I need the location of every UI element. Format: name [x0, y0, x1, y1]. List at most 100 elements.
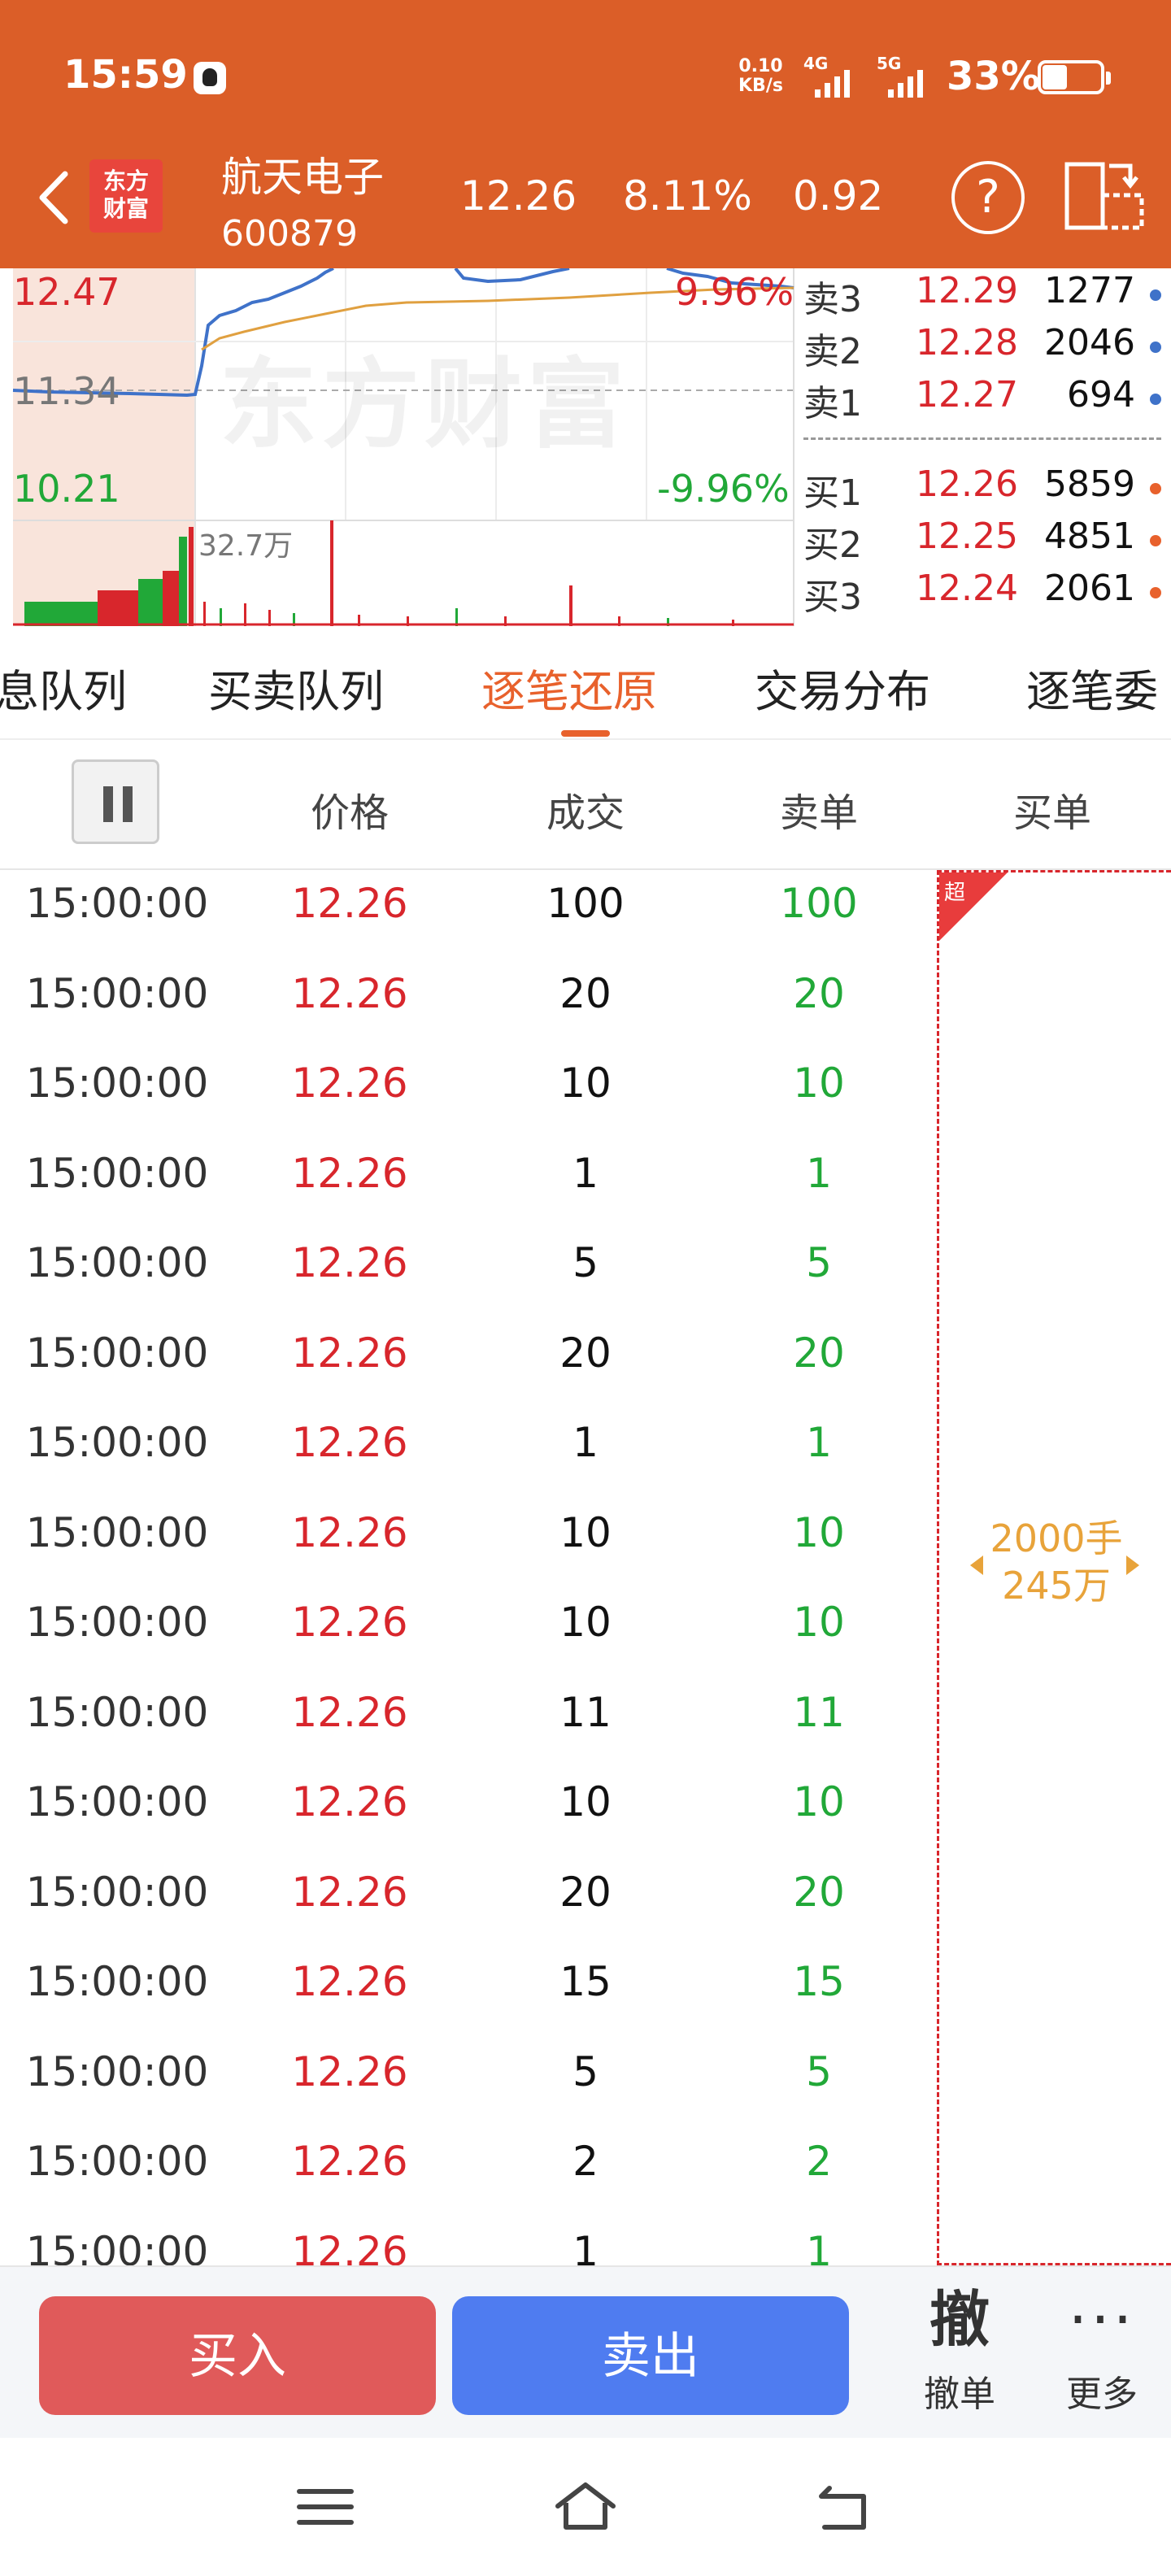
bid-row[interactable]: 买2 12.25 4851 — [803, 516, 1171, 566]
table-row: 15:00:00 12.26 20 20 — [0, 1859, 935, 1949]
row-price: 12.26 — [291, 1419, 408, 1466]
ask-dot-icon — [1150, 342, 1161, 353]
row-price: 12.26 — [291, 1508, 408, 1556]
table-row: 15:00:00 12.26 1 1 — [0, 1409, 935, 1499]
row-time: 15:00:00 — [25, 1688, 209, 1736]
row-deal: 2 — [572, 2138, 599, 2185]
table-row: 15:00:00 12.26 100 100 — [0, 870, 935, 960]
menu-icon[interactable] — [293, 2478, 358, 2535]
ask-row[interactable]: 卖1 12.27 694 — [803, 374, 1171, 424]
watermark: 东方财富 — [220, 349, 629, 462]
row-deal: 11 — [559, 1688, 612, 1736]
row-price: 12.26 — [291, 2047, 408, 2095]
row-time: 15:00:00 — [25, 1060, 209, 1107]
row-sell: 1 — [806, 1419, 832, 1466]
lower-price-label: 10.21 — [13, 467, 120, 511]
tab-tick-orders[interactable]: 逐笔委 — [1026, 655, 1158, 720]
bid-dot-icon — [1150, 483, 1161, 494]
row-deal: 10 — [559, 1508, 612, 1556]
battery-icon — [1038, 60, 1111, 94]
bid-row[interactable]: 买1 12.26 5859 — [803, 463, 1171, 514]
qq-notification-icon — [194, 62, 226, 94]
row-time: 15:00:00 — [25, 969, 209, 1017]
row-time: 15:00:00 — [25, 880, 209, 927]
mid-price-label: 11.34 — [13, 369, 120, 413]
row-time: 15:00:00 — [25, 1778, 209, 1825]
landscape-toggle-icon[interactable] — [1064, 159, 1145, 233]
stock-code: 600879 — [221, 213, 358, 255]
tab-info-queue[interactable]: 息队列 — [0, 655, 127, 720]
row-deal: 20 — [559, 1868, 612, 1916]
lower-pct-label: -9.96% — [657, 467, 790, 511]
change-value: 0.92 — [793, 172, 884, 220]
back-arrow-icon[interactable] — [33, 169, 73, 226]
row-sell: 15 — [793, 1958, 845, 2005]
row-deal: 1 — [572, 1149, 599, 1197]
active-tab-indicator — [561, 730, 610, 737]
row-time: 15:00:00 — [25, 1868, 209, 1916]
row-deal: 10 — [559, 1778, 612, 1825]
network-speed: 0.10 KB/s — [738, 56, 783, 96]
table-row: 15:00:00 12.26 10 10 — [0, 1499, 935, 1590]
row-sell: 10 — [793, 1060, 845, 1107]
row-sell: 20 — [793, 1868, 845, 1916]
row-deal: 5 — [572, 2047, 599, 2095]
tab-tick-restore[interactable]: 逐笔还原 — [481, 655, 657, 720]
column-buy: 买单 — [1012, 790, 1092, 836]
cancel-order-button[interactable]: 撤 撤单 — [911, 2283, 1008, 2417]
ask-dot-icon — [1150, 394, 1161, 405]
table-row: 15:00:00 12.26 20 20 — [0, 1320, 935, 1410]
intraday-chart[interactable]: 东方财富 12.47 9.96% 11.34 10.21 -9.96% 32.7… — [0, 268, 1171, 626]
row-sell: 10 — [793, 1508, 845, 1556]
table-row: 15:00:00 12.26 15 15 — [0, 1948, 935, 2039]
bid-dot-icon — [1150, 587, 1161, 598]
row-sell: 1 — [806, 2227, 832, 2266]
row-time: 15:00:00 — [25, 1239, 209, 1286]
row-time: 15:00:00 — [25, 2047, 209, 2095]
row-sell: 10 — [793, 1778, 845, 1825]
column-price: 价格 — [310, 790, 390, 836]
detail-tabs: 息队列 买卖队列 逐笔还原 交易分布 逐笔委 — [0, 626, 1171, 740]
tab-trade-distribution[interactable]: 交易分布 — [755, 655, 930, 720]
table-row: 15:00:00 12.26 10 10 — [0, 1589, 935, 1679]
pause-icon — [103, 786, 113, 822]
buy-order-block[interactable]: 超 2000手 245万 — [937, 870, 1171, 2265]
table-row: 15:00:00 12.26 1 1 — [0, 2218, 935, 2266]
clock: 15:59 — [63, 52, 188, 98]
row-time: 15:00:00 — [25, 1419, 209, 1466]
row-price: 12.26 — [291, 1868, 408, 1916]
more-button[interactable]: ··· 更多 — [1049, 2283, 1155, 2417]
row-deal: 1 — [572, 1419, 599, 1466]
ask-row[interactable]: 卖3 12.29 1277 — [803, 270, 1171, 320]
bid-row[interactable]: 买3 12.24 2061 — [803, 568, 1171, 618]
system-nav-bar — [0, 2438, 1171, 2576]
sell-button[interactable]: 卖出 — [452, 2296, 849, 2415]
pause-button[interactable] — [72, 759, 159, 844]
row-sell: 10 — [793, 1599, 845, 1646]
row-price: 12.26 — [291, 969, 408, 1017]
more-dots-icon: ··· — [1068, 2285, 1136, 2355]
row-deal: 1 — [572, 2227, 599, 2266]
back-icon[interactable] — [813, 2478, 878, 2535]
order-book-divider — [803, 437, 1161, 440]
row-price: 12.26 — [291, 2138, 408, 2185]
row-time: 15:00:00 — [25, 2227, 209, 2266]
column-sell: 卖单 — [779, 790, 859, 836]
status-bar: 15:59 0.10 KB/s 4G 5G 33% — [0, 0, 1171, 154]
row-price: 12.26 — [291, 1688, 408, 1736]
home-icon[interactable] — [553, 2478, 618, 2535]
row-time: 15:00:00 — [25, 1149, 209, 1197]
row-time: 15:00:00 — [25, 1508, 209, 1556]
table-header: 价格 成交 卖单 买单 — [0, 740, 1171, 870]
help-icon[interactable]: ? — [951, 161, 1025, 234]
stock-name[interactable]: 航天电子 — [221, 145, 384, 203]
ask-row[interactable]: 卖2 12.28 2046 — [803, 322, 1171, 372]
row-price: 12.26 — [291, 1329, 408, 1377]
buy-button[interactable]: 买入 — [39, 2296, 436, 2415]
tick-list[interactable]: 15:00:00 12.26 100 100 15:00:00 12.26 20 20 15:0… — [0, 870, 935, 2265]
table-row: 15:00:00 12.26 20 20 — [0, 960, 935, 1051]
ask-dot-icon — [1150, 289, 1161, 301]
tab-order-queue[interactable]: 买卖队列 — [208, 655, 384, 720]
volume-label: 32.7万 — [198, 529, 294, 563]
app-header: 15:59 0.10 KB/s 4G 5G 33% 东方财富 航天电子 6008… — [0, 0, 1171, 268]
